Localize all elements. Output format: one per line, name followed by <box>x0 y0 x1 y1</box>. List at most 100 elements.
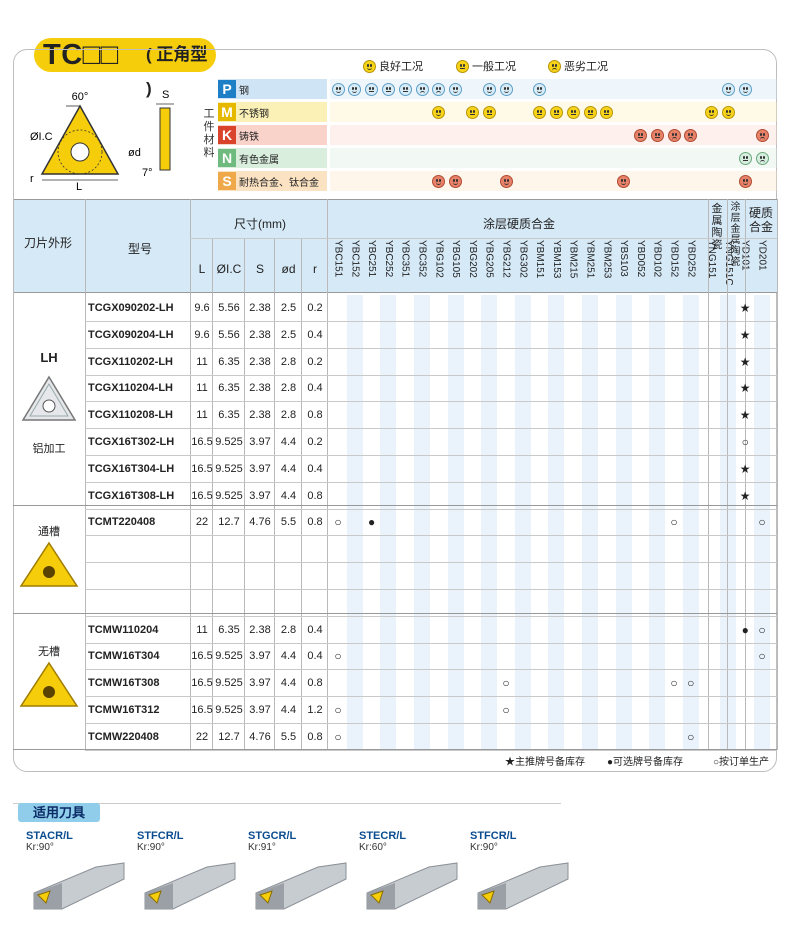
face-icon <box>650 128 664 142</box>
availability-mark: ★ <box>739 461 751 476</box>
availability-mark: ○ <box>670 515 678 530</box>
size-cell: 0.8 <box>307 677 323 690</box>
face-icon <box>381 82 395 96</box>
face-icon <box>755 151 769 165</box>
size-cell: 0.4 <box>307 382 323 395</box>
group-divider <box>13 505 777 506</box>
good-face-icon <box>363 59 376 73</box>
material-name: 不锈钢 <box>239 108 269 120</box>
tool-name: STECR/L <box>359 830 407 842</box>
ic-label: ØI.C <box>30 131 53 143</box>
face-icon <box>705 105 719 119</box>
tool-item: STFCR/L Kr:90° <box>137 830 237 914</box>
suitability-face-icon <box>431 79 447 99</box>
face-icon <box>482 82 496 96</box>
suitability-face-icon <box>532 102 548 122</box>
size-cell: 0.8 <box>307 516 323 529</box>
grade-column-header: YBG302 <box>517 240 529 278</box>
material-letter-icon: K <box>218 126 236 144</box>
grade-column-header: YBG212 <box>500 240 512 278</box>
column-divider <box>708 199 709 750</box>
insert-hole-shape <box>70 142 90 162</box>
size-cell: 1.2 <box>307 704 323 716</box>
availability-mark: ○ <box>670 676 678 691</box>
grade-column-header: YBM251 <box>584 240 596 279</box>
size-cell: 0.4 <box>307 462 323 475</box>
suitability-face-icon <box>704 102 720 122</box>
tool-kr: Kr:90° <box>470 842 498 853</box>
table-bottom <box>13 749 777 750</box>
model-cell: TCGX16T304-LH <box>88 462 175 475</box>
size-column-header: L <box>198 262 206 276</box>
s-label: S <box>162 89 169 101</box>
face-icon <box>432 174 446 188</box>
suitability-face-icon <box>582 102 598 122</box>
model-cell: TCMW220408 <box>88 730 159 743</box>
no-groove-insert-icon <box>19 661 79 707</box>
material-name: 铸铁 <box>239 131 259 143</box>
size-cell: 0.2 <box>307 436 323 448</box>
material-row-bg <box>330 148 777 168</box>
model-cell: TCMW16T308 <box>88 677 160 690</box>
material-letter-icon: S <box>218 172 236 190</box>
header-coated-carbide: 涂层硬质合金 <box>482 217 555 231</box>
tool-item: STECR/L Kr:60° <box>359 830 459 914</box>
face-icon <box>449 174 463 188</box>
size-column-header: r <box>313 262 317 276</box>
insert-triangle-shape <box>40 104 120 175</box>
tools-section-title: 适用刀具 <box>18 803 100 822</box>
material-row: K 铸铁 <box>218 125 327 145</box>
availability-mark: ○ <box>687 676 695 691</box>
suitability-face-icon <box>599 102 615 122</box>
tool-kr: Kr:90° <box>26 842 54 853</box>
model-cell <box>88 563 188 589</box>
availability-mark: ★ <box>739 381 751 396</box>
availability-mark: ★ <box>739 301 751 315</box>
face-icon <box>755 128 769 142</box>
face-icon <box>684 128 698 142</box>
suitability-face-icon <box>754 148 770 168</box>
legend-bad: 恶劣工况 <box>548 58 608 74</box>
header-model: 型号 <box>127 242 152 256</box>
suitability-face-icon <box>431 102 447 122</box>
model-cell: TCGX110204-LH <box>88 382 173 395</box>
availability-mark: ○ <box>687 729 695 744</box>
face-icon <box>432 105 446 119</box>
grade-column-header: YBC151 <box>332 240 344 278</box>
face-icon <box>566 105 580 119</box>
availability-mark: ○ <box>334 703 342 717</box>
grade-column-stripe <box>582 295 598 750</box>
model-cell: TCMW110204 <box>88 623 159 636</box>
material-letter-icon: M <box>218 103 236 121</box>
size-cell: 0.4 <box>307 623 323 636</box>
size-column-header: S <box>255 262 264 276</box>
grade-column-stripe <box>414 295 430 750</box>
availability-mark: ○ <box>334 729 342 744</box>
grade-column-header: YBM151 <box>534 240 546 279</box>
model-cell: TCGX090204-LH <box>88 328 174 341</box>
grade-column-header: YBD102 <box>651 240 663 278</box>
suitability-face-icon <box>464 102 480 122</box>
availability-mark: ○ <box>758 622 766 637</box>
grade-column-stripe <box>514 295 531 750</box>
face-icon <box>583 105 597 119</box>
suitability-face-icon <box>754 125 770 145</box>
note-main-stock: ★主推牌号备库存 <box>505 757 585 768</box>
model-cell <box>88 536 188 562</box>
material-name: 耐热合金、钛合金 <box>239 177 319 189</box>
suitability-face-icon <box>364 79 380 99</box>
legend-good-label: 良好工况 <box>379 61 423 73</box>
availability-mark: ● <box>367 515 376 530</box>
l-label: L <box>76 181 82 191</box>
face-icon <box>738 82 752 96</box>
grade-column-stripe <box>649 295 666 750</box>
model-cell: TCGX110202-LH <box>88 355 173 368</box>
tool-item: STFCR/L Kr:90° <box>470 830 570 914</box>
face-icon <box>600 105 614 119</box>
face-icon <box>432 82 446 96</box>
material-row: N 有色金属 <box>218 148 327 168</box>
availability-mark: ★ <box>739 327 751 342</box>
suitability-face-icon <box>330 79 346 99</box>
size-cell: 0.2 <box>307 355 323 368</box>
suitability-face-icon <box>448 171 464 191</box>
